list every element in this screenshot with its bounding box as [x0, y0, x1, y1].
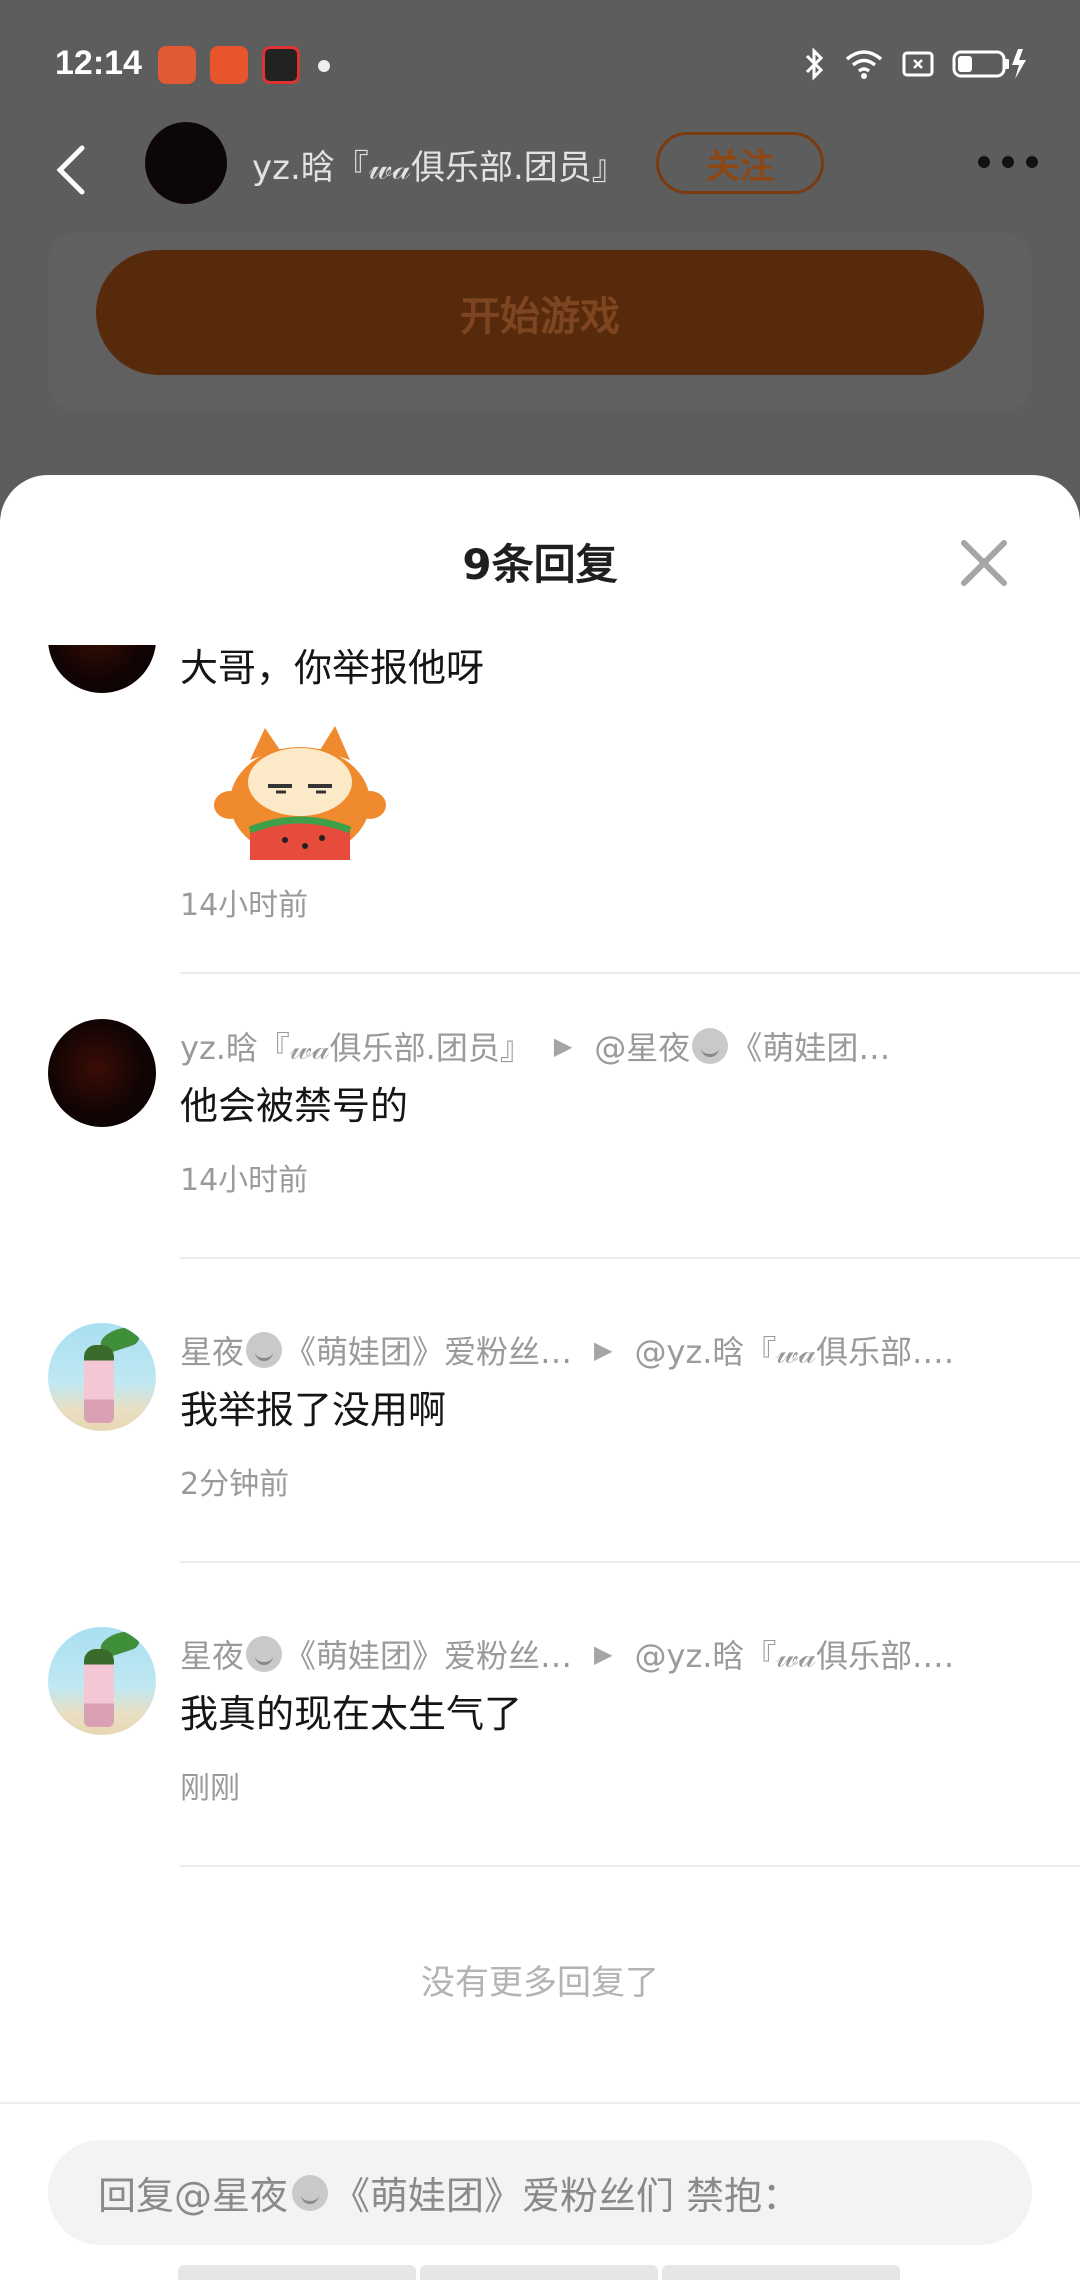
status-bar: 12:14 — [0, 0, 1080, 130]
reply-arrow-icon: ▶ — [553, 1032, 573, 1060]
close-icon[interactable] — [958, 537, 1010, 589]
keyboard-key[interactable] — [178, 2265, 416, 2280]
sim-icon — [902, 51, 934, 77]
avatar-figure — [84, 1649, 114, 1727]
reply-to-user[interactable]: @yz.晗『𝓌𝒶俱乐部.… — [635, 1631, 955, 1677]
comment-meta: 星夜 《萌娃团》爱粉丝… ▶ @yz.晗『𝓌𝒶俱乐部.… — [180, 1631, 954, 1677]
comment-author[interactable]: yz.晗『𝓌𝒶俱乐部.团员』 — [180, 1023, 532, 1069]
comment-author[interactable]: 星夜 — [180, 1327, 244, 1373]
keyboard-key[interactable] — [662, 2265, 900, 2280]
input-divider — [0, 2102, 1080, 2104]
notification-app-icon — [158, 46, 196, 84]
emoji-icon — [246, 1332, 283, 1368]
divider — [180, 1865, 1080, 1867]
status-time: 12:14 — [55, 44, 142, 82]
comment-author[interactable]: 星夜 — [180, 1631, 244, 1677]
emoji-icon — [692, 1028, 729, 1064]
sheet-title: 9条回复 — [462, 540, 618, 589]
reply-to-user[interactable]: @星夜 — [594, 1023, 690, 1069]
reply-arrow-icon: ▶ — [594, 1640, 613, 1668]
divider — [180, 1257, 1080, 1259]
divider — [180, 1561, 1080, 1563]
notification-app-icon — [210, 46, 248, 84]
follow-button[interactable]: 关注 — [656, 132, 824, 194]
emoji-icon — [292, 2174, 329, 2211]
emoji-icon — [246, 1636, 283, 1672]
background-page: 12:14 yz.晗『𝓌𝒶俱乐部.团员』 关注 开始游戏 — [0, 0, 1080, 520]
sticker-image — [214, 726, 386, 860]
battery-charging-icon — [952, 49, 1026, 79]
reply-to-user-suffix[interactable]: 《萌娃团… — [730, 1023, 890, 1069]
avatar[interactable] — [48, 1019, 156, 1127]
avatar-figure — [84, 1345, 114, 1423]
comment-text: 我举报了没用啊 — [180, 1388, 447, 1432]
no-more-replies-text: 没有更多回复了 — [421, 1963, 659, 2003]
bluetooth-icon — [805, 47, 824, 81]
reply-input[interactable]: 回复@星夜 《萌娃团》爱粉丝们 禁抱： — [48, 2140, 1032, 2245]
comment-meta: 星夜 《萌娃团》爱粉丝… ▶ @yz.晗『𝓌𝒶俱乐部.… — [180, 1327, 954, 1373]
reply-placeholder-suffix: 《萌娃团》爱粉丝们 禁抱： — [332, 2174, 801, 2218]
comment-text: 大哥，你举报他呀 — [180, 646, 485, 690]
more-notifications-dot — [318, 60, 330, 72]
keyboard-key[interactable] — [420, 2265, 658, 2280]
reply-to-user[interactable]: @yz.晗『𝓌𝒶俱乐部.… — [635, 1327, 955, 1373]
comment-meta: yz.晗『𝓌𝒶俱乐部.团员』 ▶ @星夜 《萌娃团… — [180, 1023, 890, 1069]
comment-author-suffix[interactable]: 《萌娃团》爱粉丝… — [284, 1631, 572, 1677]
comment-text: 我真的现在太生气了 — [180, 1692, 523, 1736]
chevron-left-icon[interactable] — [52, 142, 92, 198]
comment-text: 他会被禁号的 — [180, 1084, 409, 1128]
comment-author-suffix[interactable]: 《萌娃团》爱粉丝… — [284, 1327, 572, 1373]
header-avatar[interactable] — [145, 122, 227, 204]
comment-time: 2分钟前 — [180, 1467, 290, 1502]
comment-time: 刚刚 — [180, 1771, 240, 1806]
more-horizontal-icon[interactable] — [976, 152, 1040, 172]
avatar[interactable] — [48, 1627, 156, 1735]
header-username[interactable]: yz.晗『𝓌𝒶俱乐部.团员』 — [252, 140, 626, 189]
replies-list[interactable]: 大哥，你举报他呀 14小时前 yz.晗『𝓌𝒶俱乐部.团员』 ▶ @星夜 《萌娃团… — [0, 645, 1080, 1985]
divider — [180, 972, 1080, 974]
comment-time: 14小时前 — [180, 1163, 309, 1198]
reply-placeholder: 回复@星夜 — [98, 2174, 289, 2218]
replies-sheet: 9条回复 大哥，你举报他呀 14小时前 yz.晗『𝓌𝒶俱乐部.团员』 ▶ @星夜… — [0, 475, 1080, 2280]
wifi-icon — [845, 50, 883, 79]
avatar[interactable] — [48, 645, 156, 693]
avatar[interactable] — [48, 1323, 156, 1431]
reply-arrow-icon: ▶ — [594, 1336, 613, 1364]
comment-time: 14小时前 — [180, 888, 309, 923]
start-game-button[interactable]: 开始游戏 — [96, 250, 984, 375]
screen-record-icon — [262, 46, 300, 84]
